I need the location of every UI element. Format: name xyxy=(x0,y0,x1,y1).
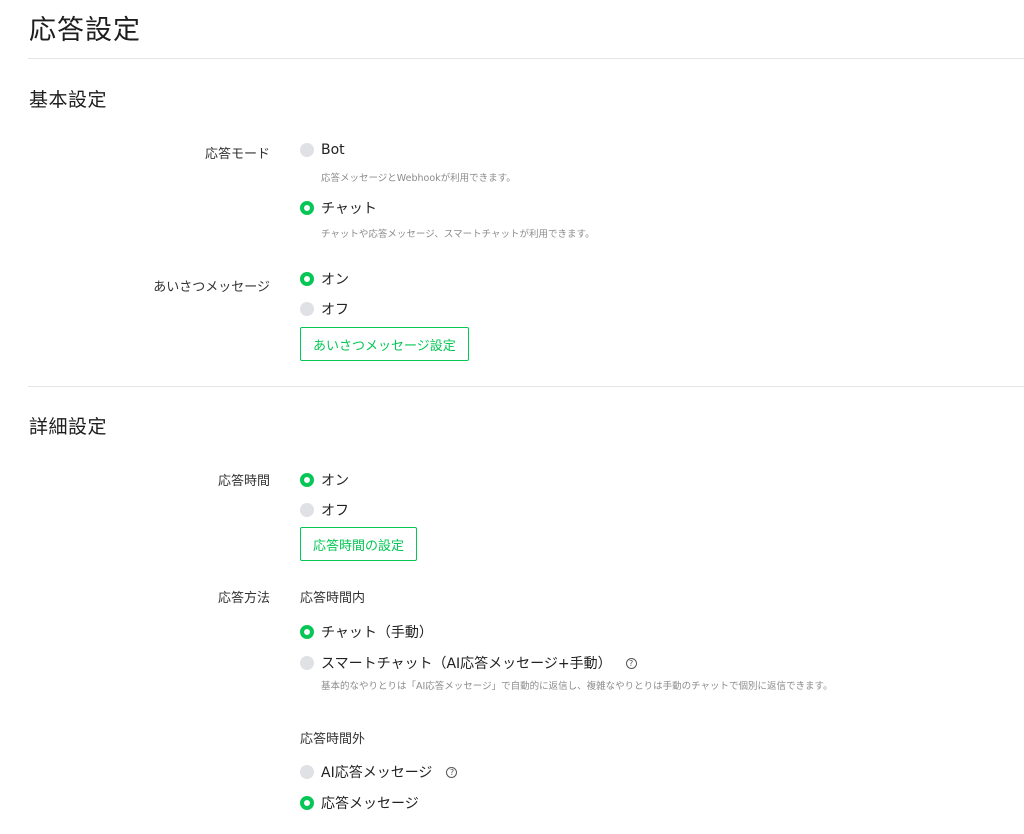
option-label: チャット xyxy=(321,201,377,217)
radio-greeting-on[interactable]: オン xyxy=(300,269,349,289)
section-title-detail: 詳細設定 xyxy=(29,416,108,438)
radio-on-icon xyxy=(300,625,314,639)
chat-description: チャットや応答メッセージ、スマートチャットが利用できます。 xyxy=(321,229,595,240)
radio-off-icon xyxy=(300,765,314,779)
option-label: オフ xyxy=(321,503,349,519)
option-label: スマートチャット（AI応答メッセージ+手動） xyxy=(321,656,612,672)
radio-on-icon xyxy=(300,272,314,286)
radio-outside-ai-response[interactable]: AI応答メッセージ ? xyxy=(300,762,458,782)
smart-chat-description: 基本的なやりとりは「AI応答メッセージ」で自動的に返信し、複雑なやりとりは手動の… xyxy=(321,681,833,692)
response-hours-settings-button[interactable]: 応答時間の設定 xyxy=(300,527,418,561)
greeting-label: あいさつメッセージ xyxy=(153,280,270,295)
radio-off-icon xyxy=(300,503,314,517)
radio-within-manual-chat[interactable]: チャット（手動） xyxy=(300,622,433,642)
greeting-settings-button[interactable]: あいさつメッセージ設定 xyxy=(300,327,469,361)
help-icon[interactable]: ? xyxy=(446,766,458,778)
divider xyxy=(28,386,1024,387)
response-mode-label: 応答モード xyxy=(204,147,270,162)
option-label: Bot xyxy=(321,142,345,158)
radio-off-icon xyxy=(300,302,314,316)
option-label: オン xyxy=(321,473,349,489)
radio-on-icon xyxy=(300,473,314,487)
radio-greeting-off[interactable]: オフ xyxy=(300,299,349,319)
bot-description: 応答メッセージとWebhookが利用できます。 xyxy=(321,173,516,184)
outside-hours-heading: 応答時間外 xyxy=(300,732,366,747)
radio-on-icon xyxy=(300,201,314,215)
option-label: チャット（手動） xyxy=(321,625,433,641)
radio-outside-auto-response[interactable]: 応答メッセージ xyxy=(300,793,419,813)
within-hours-heading: 応答時間内 xyxy=(300,591,366,606)
option-label: オフ xyxy=(321,302,349,318)
response-method-label: 応答方法 xyxy=(217,591,270,606)
option-label: 応答メッセージ xyxy=(321,796,419,812)
radio-response-mode-bot[interactable]: Bot xyxy=(300,142,345,158)
radio-on-icon xyxy=(300,796,314,810)
radio-within-smart-chat[interactable]: スマートチャット（AI応答メッセージ+手動） ? xyxy=(300,653,637,673)
option-label: AI応答メッセージ xyxy=(321,765,433,781)
radio-response-hours-on[interactable]: オン xyxy=(300,470,349,490)
radio-off-icon xyxy=(300,143,314,157)
page-title: 応答設定 xyxy=(29,15,141,46)
help-icon[interactable]: ? xyxy=(625,657,637,669)
radio-off-icon xyxy=(300,656,314,670)
option-label: オン xyxy=(321,272,349,288)
divider xyxy=(28,58,1024,59)
radio-response-hours-off[interactable]: オフ xyxy=(300,500,349,520)
response-hours-label: 応答時間 xyxy=(217,474,270,489)
radio-response-mode-chat[interactable]: チャット xyxy=(300,198,377,218)
section-title-basic: 基本設定 xyxy=(29,89,108,111)
